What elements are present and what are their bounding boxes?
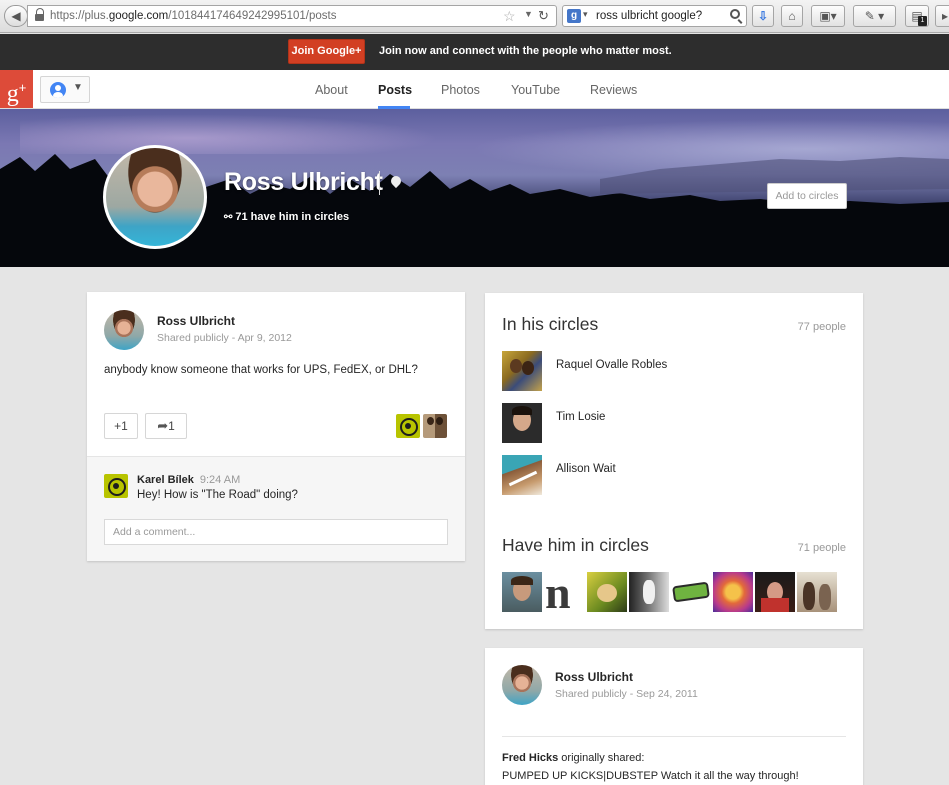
url-text: https://plus.google.com/1018441746492429… [50,10,337,22]
search-bar[interactable]: g ▾ ross ulbricht google? [562,5,747,27]
tab-posts[interactable]: Posts [378,83,412,97]
reshare-attribution: Fred Hicks originally shared: [502,752,645,764]
address-bar[interactable]: https://plus.google.com/1018441746492429… [27,5,557,27]
person-name[interactable]: Raquel Ovalle Robles [556,359,667,371]
share-button[interactable]: ➦1 [145,413,187,439]
original-author[interactable]: Fred Hicks [502,752,558,764]
circles-count: ⚯ 71 have him in circles [224,211,350,223]
meta-separator: - [231,332,236,344]
plus-oner-avatar[interactable] [396,414,420,438]
profile-name: Ross Ulbricht [224,168,383,196]
extension-icon[interactable]: ▤ 1 [905,5,929,27]
bookmark-star-icon[interactable]: ☆ [503,8,516,25]
follower-avatar[interactable] [587,572,627,612]
post-author[interactable]: Ross Ulbricht [157,314,235,328]
person-avatar[interactable] [502,351,542,391]
post-visibility: Shared publicly [157,332,229,344]
follower-avatar[interactable]: n [544,572,584,612]
in-circles-title[interactable]: In his circles [502,314,598,335]
reload-icon[interactable]: ↻ [538,8,549,24]
tab-about[interactable]: About [315,83,348,97]
post-card: Ross Ulbricht Shared publicly - Sep 24, … [485,648,863,785]
google-plus-logo[interactable]: g+ [0,70,33,108]
post-text: PUMPED UP KICKS|DUBSTEP Watch it all the… [502,770,799,782]
meta-separator: - [629,688,634,700]
search-input[interactable]: ross ulbricht google? [596,10,702,22]
join-promo-bar: Join Google+ Join now and connect with t… [0,34,949,70]
browser-toolbar: ◀ https://plus.google.com/10184417464924… [0,0,949,33]
tab-youtube[interactable]: YouTube [511,83,560,97]
tools-icon[interactable]: ✎ ▾ [853,5,896,27]
user-icon [50,82,66,98]
divider [502,736,846,737]
profile-avatar[interactable] [103,145,207,249]
person-name[interactable]: Tim Losie [556,411,605,423]
comment-time: 9:24 AM [199,474,241,486]
back-icon[interactable]: ◀ [4,5,28,27]
circles-card: In his circles 77 people Raquel Ovalle R… [485,293,863,629]
avatar[interactable] [104,310,144,350]
chevron-down-icon[interactable]: ▾ [583,9,588,20]
share-icon: ➦ [157,418,169,433]
add-to-circles-button[interactable]: Add to circles [767,183,847,209]
plus-oner-avatar[interactable] [423,414,447,438]
link-icon: ⚯ [224,212,233,223]
lock-icon [35,8,44,21]
follower-avatar[interactable] [629,572,669,612]
account-menu-button[interactable]: ▼ [40,76,90,103]
post-meta: Shared publicly - Apr 9, 2012 [157,332,292,344]
follower-avatar[interactable] [713,572,753,612]
join-google-plus-button[interactable]: Join Google+ [288,39,365,64]
person-avatar[interactable] [502,403,542,443]
post-visibility: Shared publicly [555,688,627,700]
comments-section: Karel Bílek 9:24 AM Hey! How is "The Road… [87,456,465,561]
avatar[interactable] [502,665,542,705]
cover-cloud [20,114,440,154]
post-date[interactable]: Apr 9, 2012 [238,332,292,344]
post-meta: Shared publicly - Sep 24, 2011 [555,688,698,700]
in-circles-count[interactable]: 77 people [798,321,846,333]
have-him-count[interactable]: 71 people [798,542,846,554]
follower-avatar[interactable] [671,572,711,612]
post-author[interactable]: Ross Ulbricht [555,670,633,684]
overflow-icon[interactable]: ▸ [935,5,949,27]
profile-nav: g+ ▼ About Posts Photos YouTube Reviews [0,70,949,109]
tab-photos[interactable]: Photos [441,83,480,97]
follower-avatar[interactable] [797,572,837,612]
google-engine-icon[interactable]: g [567,9,581,23]
post-card: Ross Ulbricht Shared publicly - Apr 9, 2… [87,292,465,561]
comment-input[interactable]: Add a comment... [104,519,448,545]
have-him-title[interactable]: Have him in circles [502,535,649,556]
plus-one-button[interactable]: +1 [104,413,138,439]
screenshot-icon[interactable]: ▣▾ [811,5,845,27]
follower-avatar[interactable] [502,572,542,612]
chevron-down-icon: ▼ [73,82,83,93]
commenter-avatar[interactable] [104,474,128,498]
person-avatar[interactable] [502,455,542,495]
chevron-down-icon[interactable]: ▼ [524,9,533,19]
extension-badge: 1 [918,16,927,26]
person-name[interactable]: Allison Wait [556,463,616,475]
home-icon[interactable]: ⌂ [781,5,803,27]
post-text: anybody know someone that works for UPS,… [104,364,418,376]
comment-author[interactable]: Karel Bílek [137,474,194,486]
tab-reviews[interactable]: Reviews [590,83,637,97]
name-divider [379,171,380,195]
comment-text: Hey! How is "The Road" doing? [137,489,298,501]
search-icon[interactable] [730,9,740,19]
follower-avatar[interactable] [755,572,795,612]
promo-message: Join now and connect with the people who… [379,45,672,57]
comment-header: Karel Bílek 9:24 AM [137,474,240,486]
download-icon[interactable]: ⇩ [752,5,774,27]
post-date[interactable]: Sep 24, 2011 [636,688,698,700]
